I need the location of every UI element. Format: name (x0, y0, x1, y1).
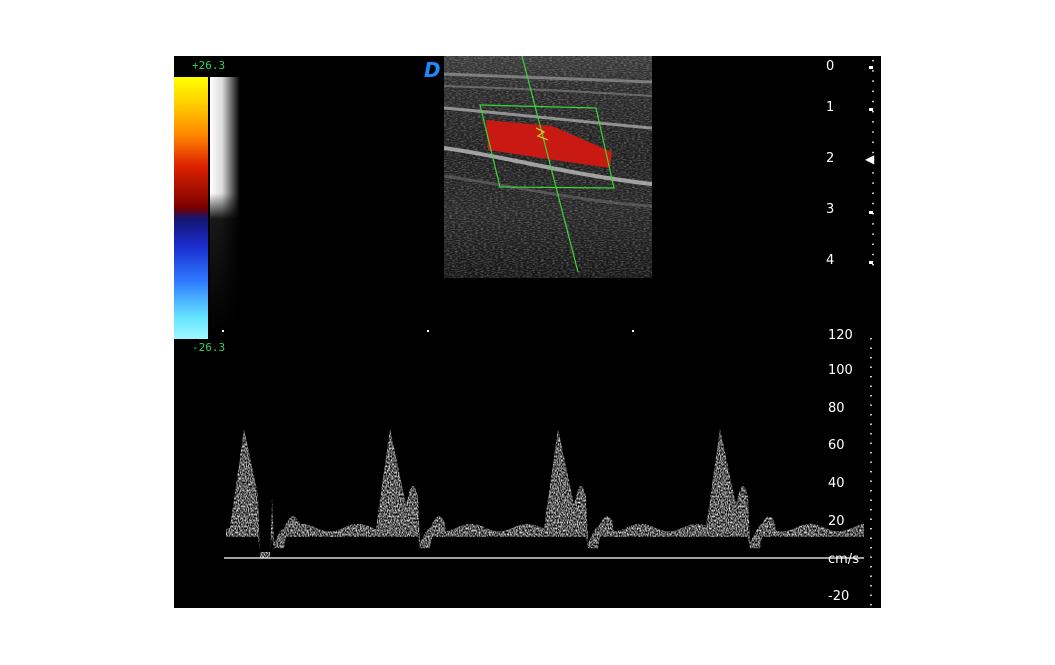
velocity-tick (870, 490, 872, 492)
velocity-tick (870, 528, 872, 530)
velocity-label-80: 80 (828, 401, 845, 416)
velocity-tick (870, 537, 872, 539)
velocity-tick (870, 471, 872, 473)
velocity-label-100: 100 (828, 363, 853, 378)
velocity-tick (870, 575, 872, 577)
velocity-tick (870, 366, 872, 368)
velocity-tick (870, 442, 872, 444)
velocity-tick (870, 404, 872, 406)
velocity-tick (870, 395, 872, 397)
velocity-tick (870, 385, 872, 387)
velocity-tick (870, 585, 872, 587)
spectrum-envelope (226, 428, 864, 558)
velocity-tick (870, 499, 872, 501)
velocity-tick (870, 433, 872, 435)
velocity-ticks (870, 338, 872, 606)
velocity-tick (870, 357, 872, 359)
velocity-label-neg20: -20 (828, 589, 849, 604)
velocity-tick (870, 518, 872, 520)
velocity-tick (870, 556, 872, 558)
velocity-tick (870, 480, 872, 482)
velocity-tick (870, 461, 872, 463)
velocity-tick (870, 547, 872, 549)
spectral-waveform (226, 428, 864, 558)
velocity-tick (870, 604, 872, 606)
velocity-tick (870, 347, 872, 349)
velocity-tick (870, 376, 872, 378)
velocity-tick (870, 509, 872, 511)
velocity-tick (870, 566, 872, 568)
velocity-label-60: 60 (828, 438, 845, 453)
velocity-tick (870, 338, 872, 340)
velocity-tick (870, 414, 872, 416)
velocity-tick (870, 452, 872, 454)
doppler-spectrum: 120 100 80 60 40 20 cm/s -20 (224, 328, 872, 606)
velocity-tick (870, 594, 872, 596)
velocity-label-120: 120 (828, 328, 853, 343)
velocity-tick (870, 423, 872, 425)
velocity-label-20: 20 (828, 514, 845, 529)
velocity-label-40: 40 (828, 476, 845, 491)
ultrasound-screen: +26.3 -26.3 D 0 1 2 3 4 ◀ 120 100 80 60 … (174, 56, 881, 608)
velocity-unit-label: cm/s (828, 552, 859, 567)
